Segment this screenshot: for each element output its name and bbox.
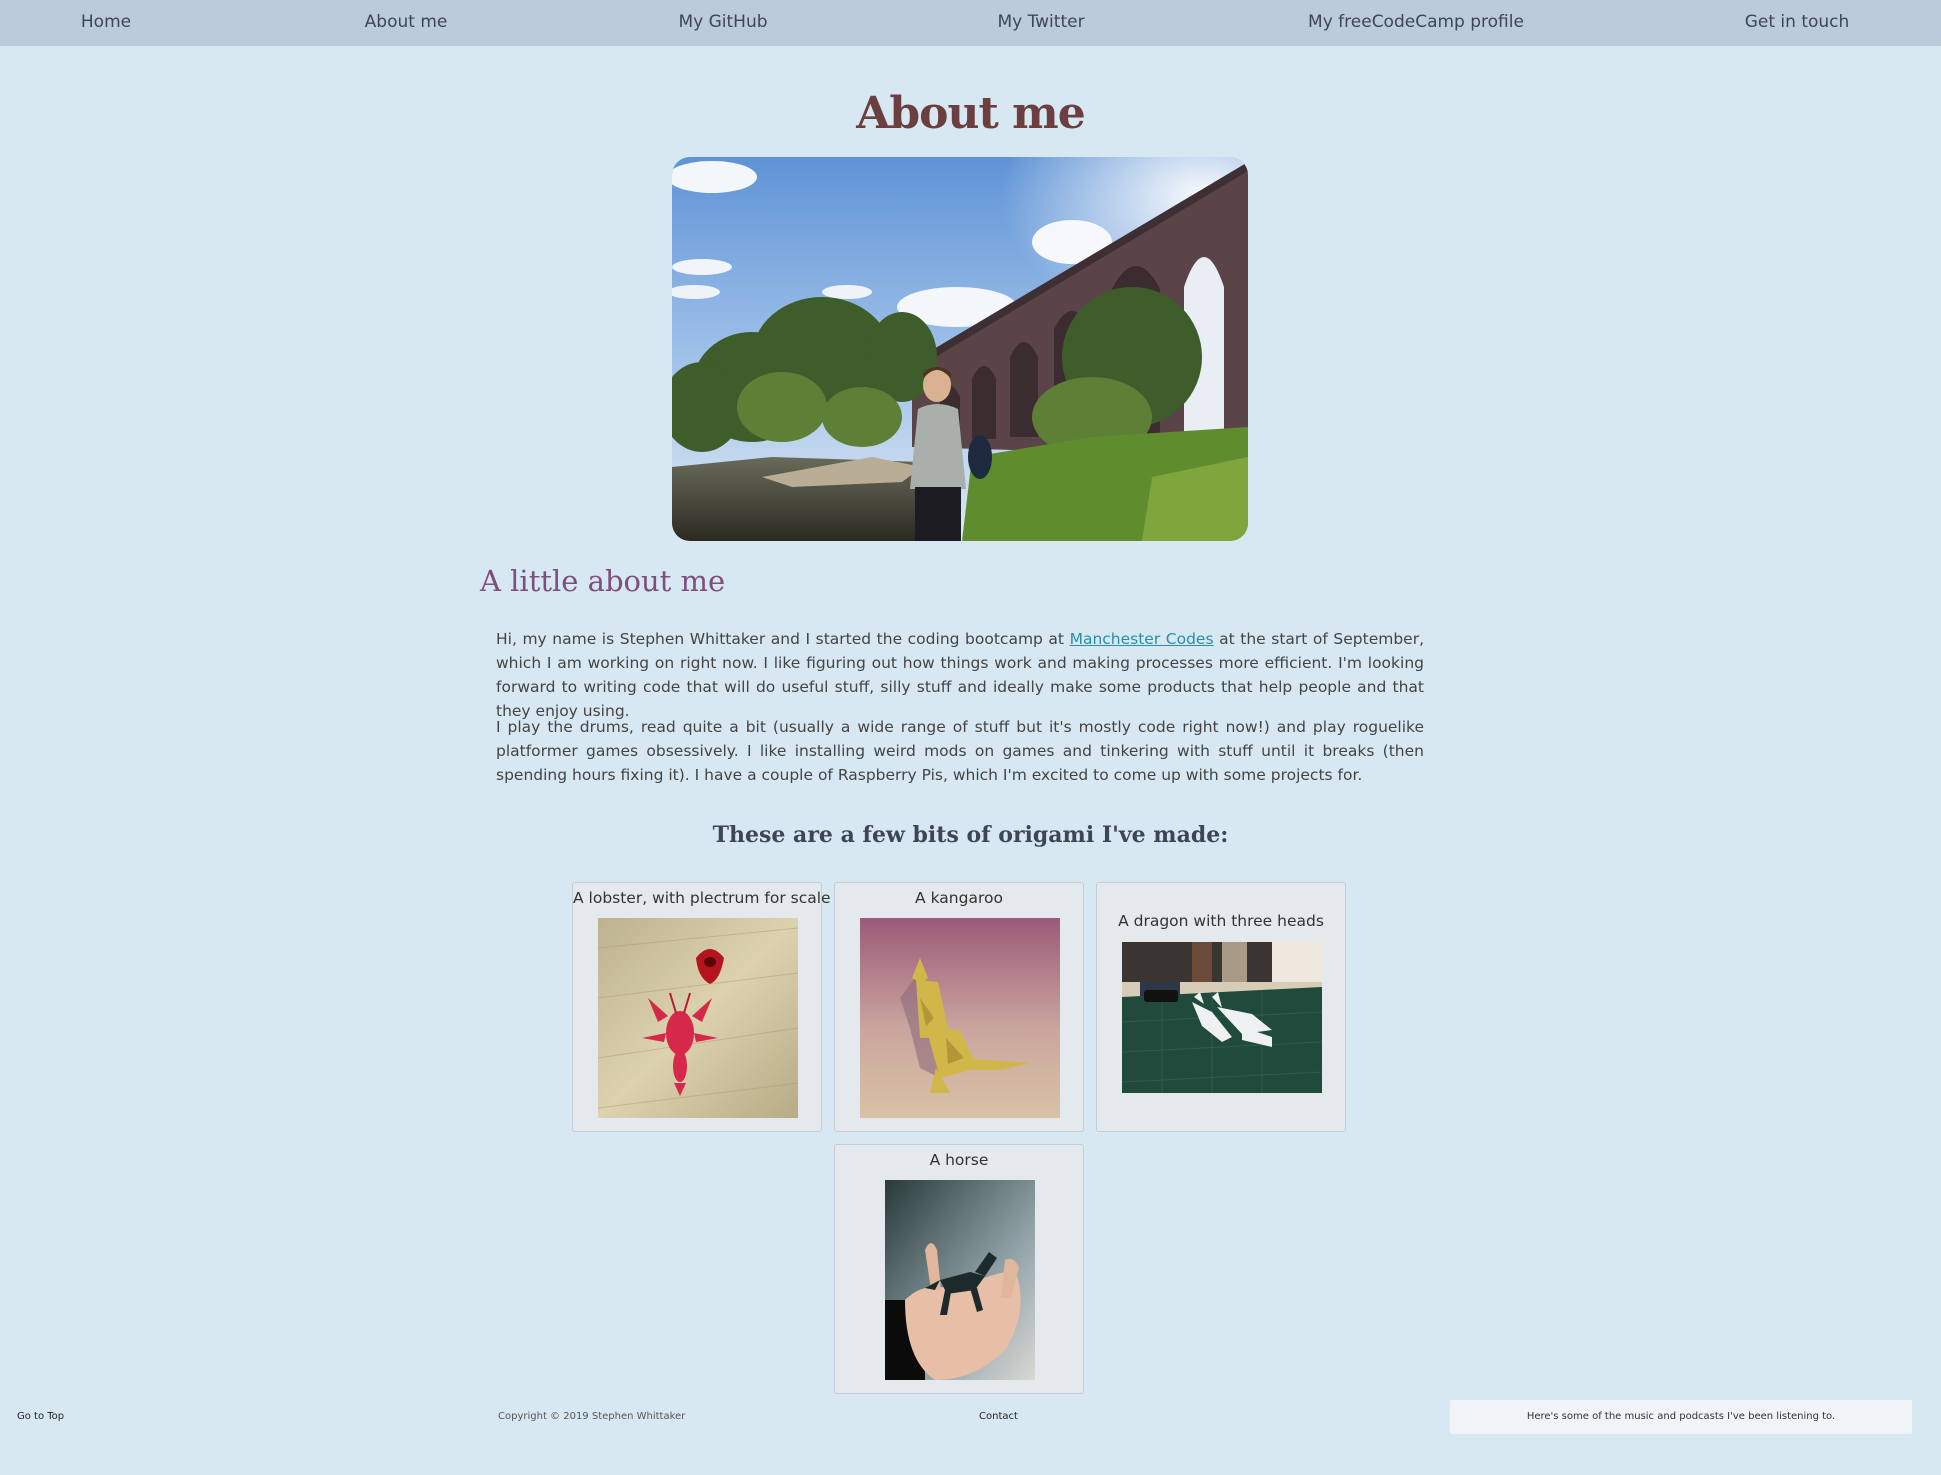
go-to-top-link[interactable]: Go to Top (17, 1411, 64, 1422)
origami-caption: A dragon with three heads (1118, 912, 1324, 930)
origami-card-kangaroo: A kangaroo (834, 882, 1084, 1132)
origami-card-horse: A horse (834, 1144, 1084, 1394)
origami-horse-photo (885, 1180, 1035, 1380)
nav-twitter[interactable]: My Twitter (997, 12, 1084, 32)
origami-caption: A lobster, with plectrum for scale (573, 889, 831, 907)
about-paragraph-2: I play the drums, read quite a bit (usua… (496, 718, 1424, 784)
manchester-codes-link[interactable]: Manchester Codes (1070, 630, 1214, 648)
origami-card-dragon: A dragon with three heads (1096, 882, 1346, 1132)
contact-link[interactable]: Contact (979, 1411, 1018, 1422)
nav-freecodecamp[interactable]: My freeCodeCamp profile (1308, 12, 1524, 32)
profile-photo (672, 157, 1248, 541)
section-title-about: A little about me (480, 564, 726, 598)
nav-get-in-touch[interactable]: Get in touch (1745, 12, 1850, 32)
listening-box[interactable]: Here's some of the music and podcasts I'… (1450, 1400, 1912, 1434)
nav-github[interactable]: My GitHub (678, 12, 767, 32)
origami-caption: A horse (929, 1151, 989, 1169)
origami-caption: A kangaroo (915, 889, 1003, 907)
about-paragraph-1-start: Hi, my name is Stephen Whittaker and I s… (496, 630, 1070, 648)
origami-dragon-photo (1122, 942, 1322, 1093)
origami-lobster-photo (598, 918, 798, 1118)
origami-card-lobster: A lobster, with plectrum for scale (572, 882, 831, 1132)
nav-home[interactable]: Home (81, 12, 131, 32)
origami-kangaroo-photo (860, 918, 1060, 1118)
nav-about-me[interactable]: About me (365, 12, 448, 32)
listening-text: Here's some of the music and podcasts I'… (1526, 1411, 1836, 1422)
top-nav: Home About me My GitHub My Twitter My fr… (0, 0, 1941, 46)
page-title: About me (856, 88, 1085, 139)
origami-heading: These are a few bits of origami I've mad… (712, 822, 1229, 848)
about-paragraph-1: Hi, my name is Stephen Whittaker and I s… (496, 627, 1424, 723)
copyright-text: Copyright © 2019 Stephen Whittaker (498, 1411, 686, 1422)
